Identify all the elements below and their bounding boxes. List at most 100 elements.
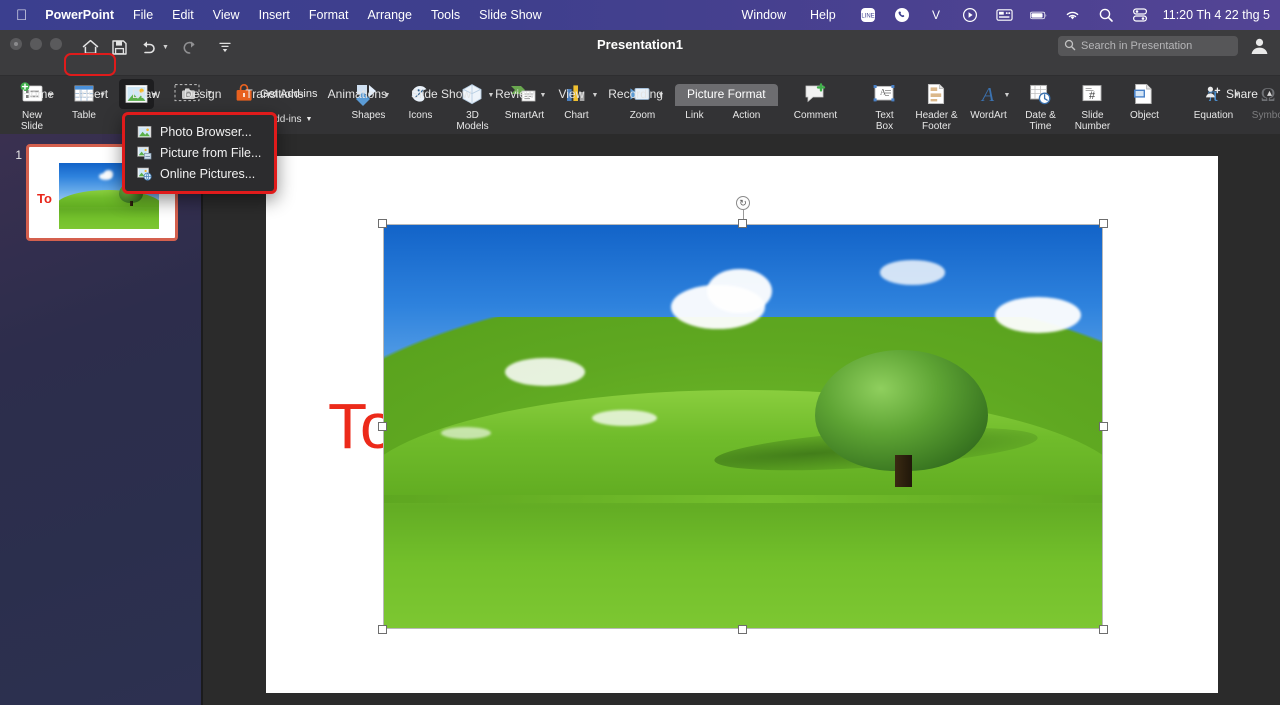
tab-view[interactable]: View bbox=[546, 84, 596, 106]
table-label: Table bbox=[72, 110, 96, 121]
cloud-icon bbox=[505, 357, 585, 386]
wordart-label: WordArt bbox=[970, 110, 1007, 121]
resize-handle-n[interactable] bbox=[738, 219, 747, 228]
menu-item-slide-show[interactable]: Slide Show bbox=[479, 8, 542, 22]
menu-item-view[interactable]: View bbox=[213, 8, 240, 22]
tab-animations[interactable]: Animations bbox=[316, 84, 399, 106]
menu-item-help[interactable]: Help bbox=[810, 8, 836, 22]
home-icon[interactable] bbox=[78, 36, 102, 58]
resize-handle-w[interactable] bbox=[378, 421, 387, 431]
close-button[interactable] bbox=[10, 38, 22, 50]
tab-slide-show[interactable]: Slide Show bbox=[399, 84, 483, 106]
menu-item-online-pictures[interactable]: Online Pictures... bbox=[125, 163, 274, 184]
resize-handle-sw[interactable] bbox=[378, 625, 387, 634]
save-icon[interactable] bbox=[107, 36, 131, 58]
powerpoint-window:  PowerPoint File Edit View Insert Forma… bbox=[0, 0, 1280, 705]
resize-handle-nw[interactable] bbox=[378, 219, 387, 228]
menu-item-insert[interactable]: Insert bbox=[259, 8, 290, 22]
tab-review[interactable]: Review bbox=[483, 84, 546, 106]
viber-icon[interactable] bbox=[894, 7, 911, 24]
search-icon bbox=[1064, 39, 1076, 54]
menu-item-arrange[interactable]: Arrange bbox=[367, 8, 411, 22]
search-icon[interactable] bbox=[1098, 7, 1115, 24]
apple-logo-icon[interactable]:  bbox=[16, 8, 27, 23]
play-circle-icon[interactable] bbox=[962, 7, 979, 24]
equation-label: Equation bbox=[1193, 110, 1234, 121]
line-icon[interactable]: LINE bbox=[860, 7, 877, 24]
menu-item-tools[interactable]: Tools bbox=[431, 8, 460, 22]
tab-recording[interactable]: Recording bbox=[596, 84, 675, 106]
header-footer-label: Header & Footer bbox=[915, 110, 958, 132]
redo-icon[interactable] bbox=[178, 36, 202, 58]
window-title-bar: ▼ Presentation1 Home Insert Draw Design … bbox=[0, 30, 1280, 106]
3d-models-label: 3D Models bbox=[456, 110, 489, 132]
menu-item-format[interactable]: Format bbox=[309, 8, 349, 22]
slide-canvas[interactable]: To ↻ bbox=[266, 156, 1218, 693]
account-icon[interactable] bbox=[1248, 35, 1270, 62]
menu-item-photo-browser[interactable]: Photo Browser... bbox=[125, 121, 274, 142]
tree-trunk bbox=[130, 200, 133, 206]
tree-icon bbox=[815, 349, 988, 472]
share-button[interactable]: Share bbox=[1226, 87, 1258, 101]
undo-dropdown-caret-icon[interactable]: ▼ bbox=[162, 44, 169, 51]
menu-item-online-pictures-label: Online Pictures... bbox=[160, 166, 256, 181]
battery-icon[interactable] bbox=[1029, 7, 1047, 24]
share-icon bbox=[1205, 85, 1221, 102]
slide-number-label: Slide Number bbox=[1074, 110, 1111, 132]
resize-handle-s[interactable] bbox=[738, 625, 747, 634]
menu-bar-clock[interactable]: 11:20 Th 4 22 thg 5 bbox=[1163, 8, 1270, 22]
bliss-landscape-image[interactable]: ↻ bbox=[378, 196, 1108, 634]
cloud-icon bbox=[104, 170, 113, 178]
object-label: Object bbox=[1130, 110, 1159, 121]
link-label: Link bbox=[685, 110, 704, 121]
svg-text:V: V bbox=[932, 8, 940, 22]
customize-toolbar-icon[interactable] bbox=[213, 36, 237, 58]
undo-icon[interactable] bbox=[136, 36, 160, 58]
cloud-icon bbox=[879, 260, 945, 285]
photo-browser-icon bbox=[137, 125, 152, 139]
search-input[interactable] bbox=[1081, 40, 1232, 52]
calculator-icon[interactable] bbox=[996, 7, 1013, 24]
date-time-label: Date & Time bbox=[1025, 110, 1056, 132]
chart-label: Chart bbox=[564, 110, 589, 121]
zoom-label: Zoom bbox=[629, 110, 656, 121]
control-center-icon[interactable] bbox=[1132, 7, 1149, 24]
traffic-lights bbox=[10, 38, 62, 50]
tab-home[interactable]: Home bbox=[10, 84, 66, 106]
rotate-handle-icon[interactable]: ↻ bbox=[736, 196, 750, 210]
chevron-up-icon[interactable]: ▴ bbox=[1267, 88, 1272, 99]
resize-handle-e[interactable] bbox=[1099, 421, 1108, 431]
resize-handle-se[interactable] bbox=[1099, 625, 1108, 634]
menu-item-edit[interactable]: Edit bbox=[172, 8, 194, 22]
minimize-button[interactable] bbox=[30, 38, 42, 50]
ribbon-tab-strip: Home Insert Draw Design Transitions Anim… bbox=[0, 84, 1280, 106]
tab-design[interactable]: Design bbox=[172, 84, 233, 106]
wifi-icon[interactable] bbox=[1064, 7, 1081, 24]
tab-picture-format[interactable]: Picture Format bbox=[674, 84, 778, 106]
svg-text:LINE: LINE bbox=[862, 14, 875, 20]
search-box[interactable] bbox=[1058, 36, 1238, 56]
cloud-icon bbox=[707, 268, 772, 314]
tab-draw[interactable]: Draw bbox=[120, 84, 172, 106]
cloud-icon bbox=[440, 426, 491, 439]
slide-thumbnail-panel: 1 To bbox=[0, 134, 203, 705]
share-area: Share ▴ bbox=[1205, 85, 1272, 102]
menu-bar-tray: LINE V bbox=[860, 7, 1149, 24]
menu-item-window[interactable]: Window bbox=[742, 8, 786, 22]
new-slide-label: New Slide bbox=[20, 110, 44, 132]
picture-content bbox=[383, 224, 1103, 629]
menu-item-picture-from-file[interactable]: Picture from File... bbox=[125, 142, 274, 163]
maximize-button[interactable] bbox=[50, 38, 62, 50]
slide-thumbnail-title: To bbox=[37, 191, 52, 206]
tab-transitions[interactable]: Transitions bbox=[233, 84, 315, 106]
chevron-down-icon[interactable]: ▼ bbox=[305, 116, 312, 123]
menu-app-name[interactable]: PowerPoint bbox=[45, 8, 114, 22]
resize-handle-ne[interactable] bbox=[1099, 219, 1108, 228]
menu-item-picture-from-file-label: Picture from File... bbox=[160, 145, 262, 160]
quick-access-toolbar: ▼ bbox=[78, 36, 237, 58]
tab-insert[interactable]: Insert bbox=[66, 84, 120, 106]
tree-trunk bbox=[894, 454, 913, 488]
pictures-dropdown-menu: Photo Browser... Picture from File... On… bbox=[122, 112, 277, 194]
menu-item-file[interactable]: File bbox=[133, 8, 153, 22]
v-letter-icon[interactable]: V bbox=[928, 7, 945, 24]
